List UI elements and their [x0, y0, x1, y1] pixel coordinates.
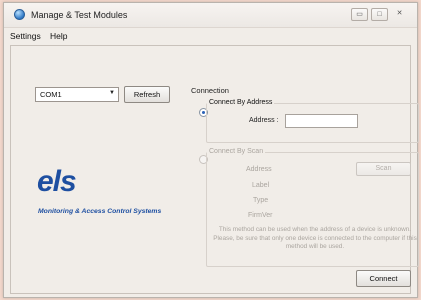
menu-bar: Settings Help — [4, 28, 417, 44]
main-window: Manage & Test Modules ▭ □ ✕ Settings Hel… — [3, 2, 419, 298]
com-port-value: COM1 — [40, 90, 62, 99]
scan-label-label: Label — [252, 182, 270, 189]
connect-by-scan-title: Connect By Scan — [207, 148, 266, 155]
scan-note: This method can be used when the address… — [213, 226, 417, 250]
minimize-button[interactable]: ▭ — [351, 8, 368, 21]
com-port-select[interactable]: COM1 ▼ — [35, 87, 119, 102]
close-button[interactable]: ✕ — [391, 8, 408, 21]
logo-tagline: Monitoring & Access Control Systems — [38, 208, 162, 215]
scan-button[interactable]: Scan — [356, 162, 411, 176]
address-label: Address : — [249, 117, 279, 124]
scan-address-label: Address — [246, 166, 272, 173]
els-logo: els — [37, 165, 77, 198]
window-title: Manage & Test Modules — [31, 10, 128, 20]
maximize-button[interactable]: □ — [371, 8, 388, 21]
scan-type-label: Type — [253, 197, 269, 204]
client-area: COM1 ▼ Refresh els Monitoring & Access C… — [10, 45, 419, 294]
title-bar: Manage & Test Modules ▭ □ ✕ — [4, 3, 417, 28]
app-globe-icon — [14, 9, 25, 20]
scan-firmver-label: FirmVer — [248, 212, 273, 219]
connect-by-address-title: Connect By Address — [207, 99, 275, 106]
address-input[interactable] — [285, 114, 358, 128]
menu-help[interactable]: Help — [50, 31, 67, 41]
connection-label: Connection — [191, 86, 229, 95]
chevron-down-icon[interactable]: ▼ — [109, 90, 115, 96]
connect-button[interactable]: Connect — [356, 270, 411, 287]
refresh-button[interactable]: Refresh — [124, 86, 170, 103]
menu-settings[interactable]: Settings — [10, 31, 41, 41]
